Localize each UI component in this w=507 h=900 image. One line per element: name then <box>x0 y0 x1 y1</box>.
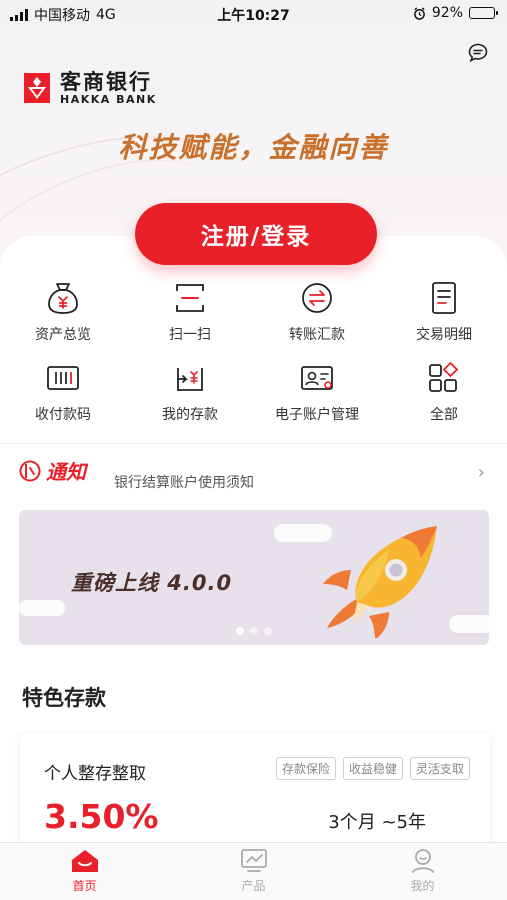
tab-label: 首页 <box>72 879 97 893</box>
carousel-dot[interactable] <box>264 627 272 635</box>
deposit-icon <box>177 368 203 391</box>
quick-action-label: 电子账户管理 <box>275 407 359 423</box>
quick-action-transfer[interactable]: 转账汇款 <box>254 280 380 344</box>
carousel-indicator[interactable] <box>19 627 489 635</box>
quick-action-scan[interactable]: 扫一扫 <box>127 280 253 344</box>
home-icon <box>71 850 98 872</box>
status-right: 92% <box>413 5 498 21</box>
bottom-tab-bar: 首页 产品 我的 <box>0 842 507 900</box>
section-divider <box>0 443 507 444</box>
account-card-icon <box>301 366 333 390</box>
tab-products[interactable]: 产品 <box>169 843 338 900</box>
quick-action-label: 全部 <box>430 407 458 423</box>
bank-logo-mark-icon <box>24 73 50 103</box>
quick-action-label: 扫一扫 <box>169 327 211 343</box>
tab-label: 我的 <box>410 879 435 893</box>
chevron-right-icon[interactable]: › <box>478 462 485 483</box>
carousel-dot[interactable] <box>236 627 244 635</box>
battery-icon <box>469 7 498 19</box>
notice-text[interactable]: 银行结算账户使用须知 <box>114 472 254 492</box>
message-icon[interactable] <box>467 42 489 64</box>
bank-name-cn: 客商银行 <box>60 69 152 94</box>
quick-action-asset-overview[interactable]: 资产总览 <box>0 280 126 344</box>
product-term: 3个月 ~5年 <box>328 812 426 833</box>
product-name: 个人整存整取 <box>44 764 146 784</box>
product-tags: 存款保险 收益稳健 灵活支取 <box>275 757 470 780</box>
quick-action-transaction-details[interactable]: 交易明细 <box>381 280 507 344</box>
product-tag: 灵活支取 <box>409 757 470 780</box>
banner-headline: 重磅上线 4.0.0 <box>71 571 233 595</box>
battery-percent: 92% <box>431 5 463 21</box>
transfer-icon <box>302 283 332 313</box>
tab-home[interactable]: 首页 <box>0 843 169 900</box>
all-apps-icon <box>429 361 459 392</box>
product-tag: 收益稳健 <box>342 757 403 780</box>
product-rate: 3.50% <box>44 797 159 836</box>
quick-action-payment-code[interactable]: 收付款码 <box>0 360 126 424</box>
quick-action-label: 资产总览 <box>35 327 91 343</box>
tab-mine[interactable]: 我的 <box>338 843 507 900</box>
quick-action-all[interactable]: 全部 <box>381 360 507 424</box>
rocket-icon <box>323 526 437 638</box>
alarm-icon <box>413 6 425 20</box>
carousel-dot[interactable] <box>250 627 258 635</box>
bank-logo: 客商银行 HAKKA BANK <box>22 70 157 106</box>
slogan: 科技赋能，金融向善 <box>118 131 389 164</box>
payment-code-icon <box>47 366 79 390</box>
quick-action-my-deposits[interactable]: 我的存款 <box>127 360 253 424</box>
cloud-decoration <box>19 600 65 616</box>
quick-action-label: 收付款码 <box>35 407 91 423</box>
quick-action-label: 我的存款 <box>162 407 218 423</box>
quick-action-e-account-management[interactable]: 电子账户管理 <box>254 360 380 424</box>
user-icon <box>411 849 434 873</box>
scan-icon <box>176 284 204 312</box>
tab-label: 产品 <box>241 879 266 893</box>
asset-bag-icon <box>48 283 78 314</box>
notice-badge: 通知 <box>18 456 86 485</box>
product-chart-icon <box>240 849 267 872</box>
quick-action-label: 转账汇款 <box>289 327 345 343</box>
status-bar: 中国移动 4G 上午10:27 92% <box>0 0 507 28</box>
notice-title: 通知 <box>46 460 86 484</box>
register-login-button[interactable]: 注册/登录 <box>135 203 377 265</box>
featured-section-title: 特色存款 <box>22 686 106 710</box>
notice-bar[interactable]: 通知 银行结算账户使用须知 › <box>0 452 507 496</box>
quick-action-label: 交易明细 <box>416 327 472 343</box>
promo-banner[interactable]: 重磅上线 4.0.0 <box>19 510 489 645</box>
bank-name-en: HAKKA BANK <box>60 93 157 106</box>
transaction-list-icon <box>432 282 456 314</box>
notice-horn-icon <box>19 460 41 481</box>
product-tag: 存款保险 <box>275 757 336 780</box>
